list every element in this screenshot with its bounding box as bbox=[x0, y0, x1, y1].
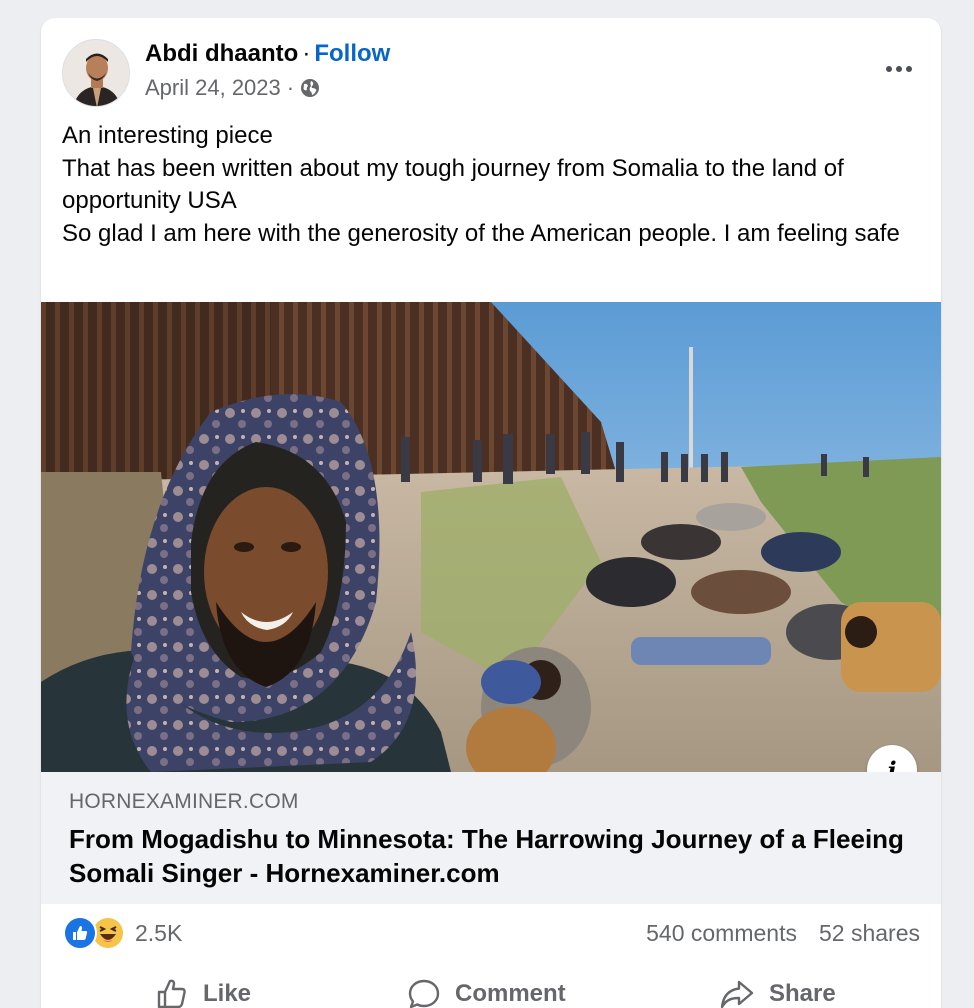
post-image[interactable] bbox=[41, 302, 941, 772]
like-reaction-icon bbox=[63, 916, 97, 950]
share-icon bbox=[719, 977, 755, 1008]
author-name[interactable]: Abdi dhaanto bbox=[145, 40, 298, 67]
share-label: Share bbox=[769, 980, 836, 1007]
link-preview[interactable]: HORNEXAMINER.COM From Mogadishu to Minne… bbox=[41, 772, 941, 904]
comment-label: Comment bbox=[455, 980, 566, 1007]
post-meta: April 24, 2023 · bbox=[145, 75, 320, 101]
globe-icon bbox=[300, 78, 320, 98]
shares-count[interactable]: 52 shares bbox=[819, 920, 920, 947]
reactions-summary[interactable]: 2.5K bbox=[63, 916, 182, 950]
author-line: Abdi dhaanto · Follow bbox=[145, 40, 390, 68]
comment-icon bbox=[407, 977, 441, 1008]
link-domain: HORNEXAMINER.COM bbox=[69, 790, 299, 813]
reactions-count: 2.5K bbox=[135, 919, 183, 946]
comment-button[interactable]: Comment bbox=[407, 964, 566, 1008]
share-button[interactable]: Share bbox=[719, 964, 836, 1008]
post-actions: Like Comment Share bbox=[41, 964, 941, 1008]
post-text-line: An interesting piece bbox=[62, 122, 273, 149]
more-options-icon[interactable] bbox=[879, 54, 919, 84]
separator-dot: · bbox=[302, 40, 311, 67]
avatar[interactable] bbox=[62, 39, 130, 107]
post-stats: 2.5K 540 comments 52 shares bbox=[41, 904, 941, 960]
post-text-line: That has been written about my tough jou… bbox=[62, 154, 844, 215]
post-text-line: So glad I am here with the generosity of… bbox=[62, 219, 900, 247]
post-card: Abdi dhaanto · Follow April 24, 2023 · An … bbox=[41, 18, 941, 1008]
follow-button[interactable]: Follow bbox=[314, 40, 390, 67]
post-body: An interesting piece That has been writt… bbox=[62, 120, 932, 250]
link-title[interactable]: From Mogadishu to Minnesota: The Harrowi… bbox=[69, 822, 909, 890]
thumbs-up-icon bbox=[155, 977, 189, 1008]
like-label: Like bbox=[203, 980, 252, 1007]
post-header: Abdi dhaanto · Follow April 24, 2023 · bbox=[41, 18, 941, 118]
separator-dot: · bbox=[286, 75, 295, 100]
like-button[interactable]: Like bbox=[155, 964, 251, 1008]
comments-count[interactable]: 540 comments bbox=[646, 920, 797, 947]
engagement-counts: 540 comments 52 shares bbox=[646, 920, 920, 947]
post-date[interactable]: April 24, 2023 bbox=[145, 75, 281, 101]
